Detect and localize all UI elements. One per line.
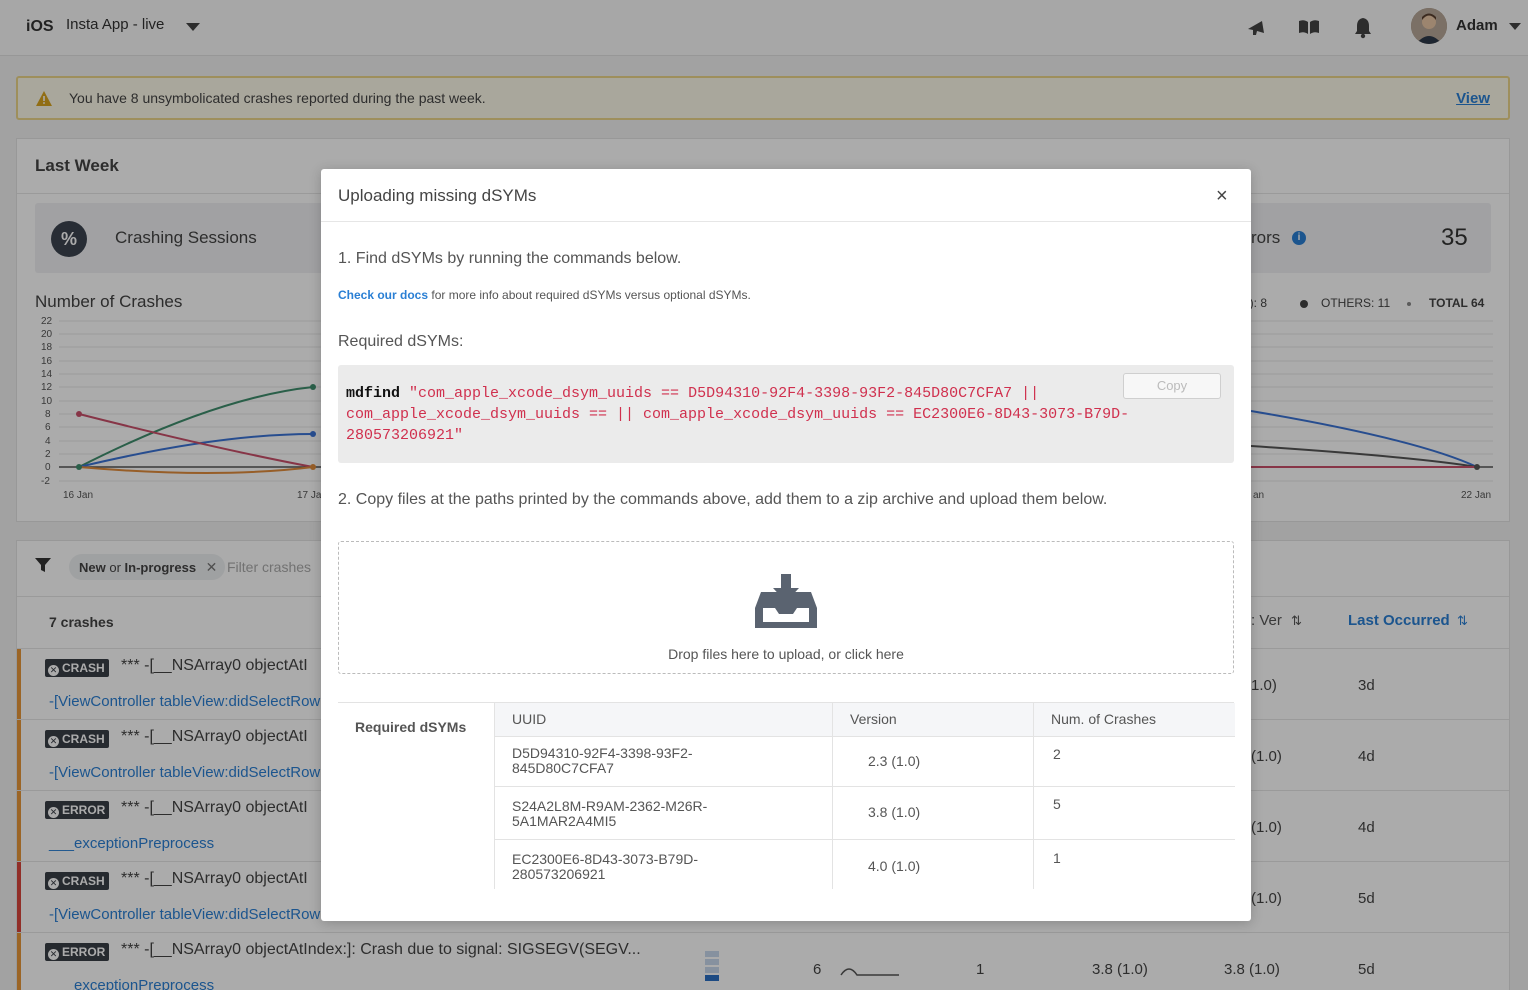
check-docs-link[interactable]: Check our docs — [338, 288, 428, 302]
step-2-instruction: 2. Copy files at the paths printed by th… — [338, 491, 1108, 508]
uuid-cell: D5D94310-92F4-3398-93F2- 845D80C7CFA7 — [512, 745, 693, 776]
uuid-cell: EC2300E6-8D43-3073-B79D- 280573206921 — [512, 851, 698, 882]
table-row: D5D94310-92F4-3398-93F2- 845D80C7CFA7 2.3… — [495, 737, 1235, 787]
file-drop-zone[interactable]: Drop files here to upload, or click here — [338, 541, 1234, 674]
header-uuid: UUID — [512, 711, 547, 727]
version-cell: 3.8 (1.0) — [868, 804, 921, 820]
table-side-label: Required dSYMs — [355, 719, 467, 735]
header-version: Version — [850, 711, 897, 727]
required-dsyms-heading: Required dSYMs: — [338, 333, 464, 350]
close-icon[interactable]: × — [1216, 185, 1228, 208]
modal-header: Uploading missing dSYMs × — [321, 169, 1251, 222]
drop-zone-text: Drop files here to upload, or click here — [668, 646, 904, 662]
version-cell: 4.0 (1.0) — [868, 858, 921, 874]
version-cell: 2.3 (1.0) — [868, 753, 921, 769]
table-row: EC2300E6-8D43-3073-B79D- 280573206921 4.0… — [495, 840, 1235, 889]
dsyms-grid: UUID Version Num. of Crashes D5D94310-92… — [494, 703, 1235, 889]
upload-dsyms-modal: Uploading missing dSYMs × 1. Find dSYMs … — [321, 169, 1251, 921]
modal-title: Uploading missing dSYMs — [338, 186, 537, 205]
num-crashes-cell: 2 — [1053, 746, 1061, 762]
mdfind-command[interactable]: mdfind "com_apple_xcode_dsym_uuids == D5… — [346, 383, 1166, 446]
copy-button[interactable]: Copy — [1123, 373, 1221, 399]
uuid-cell: S24A2L8M-R9AM-2362-M26R- 5A1MAR2A4MI5 — [512, 798, 708, 829]
table-side-label-cell: Required dSYMs — [338, 703, 494, 889]
num-crashes-cell: 5 — [1053, 796, 1061, 812]
docs-info-line: Check our docs for more info about requi… — [338, 288, 751, 302]
header-num-crashes: Num. of Crashes — [1051, 711, 1157, 727]
step-1-instruction: 1. Find dSYMs by running the commands be… — [338, 250, 682, 267]
table-header-row: UUID Version Num. of Crashes — [495, 703, 1235, 737]
table-row: S24A2L8M-R9AM-2362-M26R- 5A1MAR2A4MI5 3.8… — [495, 787, 1235, 840]
upload-tray-icon — [755, 574, 817, 628]
num-crashes-cell: 1 — [1053, 850, 1061, 866]
command-code-block: mdfind "com_apple_xcode_dsym_uuids == D5… — [338, 365, 1234, 463]
